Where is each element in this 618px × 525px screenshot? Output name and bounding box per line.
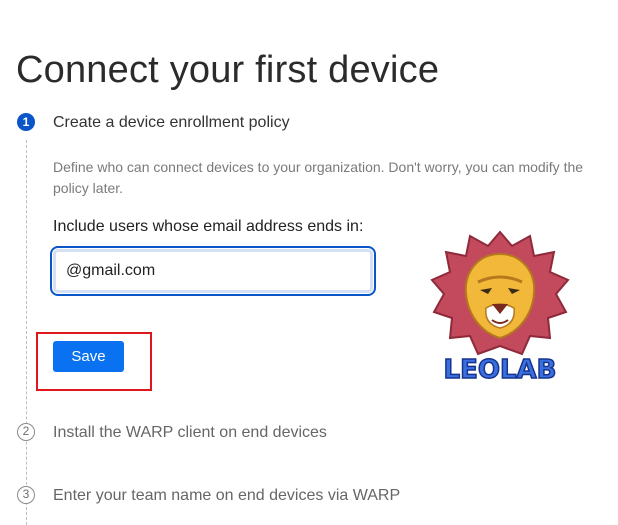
step-2-number: 2 [17,423,35,441]
step-1-label: Create a device enrollment policy [53,114,290,131]
email-domain-input[interactable] [50,246,376,296]
steps-timeline [26,140,27,525]
save-button[interactable]: Save [53,341,124,372]
step-1-description: Define who can connect devices to your o… [53,159,584,196]
page: Connect your first device 1 Create a dev… [0,0,618,525]
page-title: Connect your first device [16,49,440,92]
step-3-number: 3 [17,486,35,504]
step-2-label: Install the WARP client on end devices [53,424,327,441]
email-domain-label: Include users whose email address ends i… [53,218,364,235]
logo-wordmark: LEOLAB [444,355,557,385]
step-3-label: Enter your team name on end devices via … [53,487,401,504]
step-1-number: 1 [17,113,35,131]
lion-head-logo-icon: LEOLAB [430,230,570,386]
